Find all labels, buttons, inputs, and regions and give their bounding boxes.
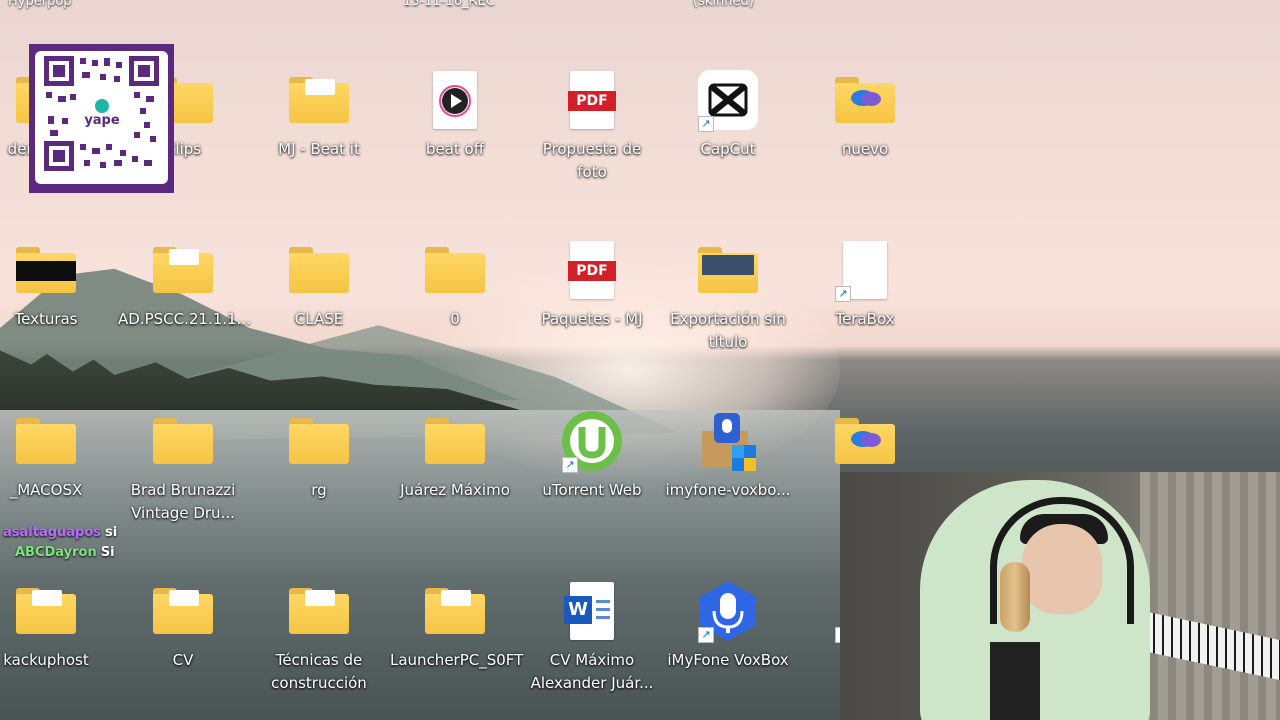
desktop-icon-label: LauncherPC_S0FT [390,651,524,669]
desktop-icon[interactable]: kackuphost [0,579,111,672]
desktop-icon-label: nuevo [841,140,889,158]
desktop-icon[interactable]: Exportación sin título [663,238,793,354]
shortcut-arrow-icon: ↗ [698,627,714,643]
desktop-icon[interactable]: ↗ CapCut [663,68,793,161]
desktop-icon[interactable]: Texturas [0,238,111,331]
folder-icon [16,588,76,634]
desktop-icon-label: CLASE [294,310,344,328]
folder-icon [425,247,485,293]
desktop-icon[interactable]: CLASE [254,238,384,331]
media-file-icon [433,71,477,129]
desktop-icon[interactable]: imyfone-voxbo... [663,409,793,502]
desktop-icon[interactable]: ↗ iMyFone VoxBox [663,579,793,672]
pdf-icon: PDF [568,241,616,299]
onedrive-folder-icon [835,418,895,464]
desktop-icon-label: Propuesta de foto [542,140,642,181]
desktop-icon[interactable]: LauncherPC_S0FT [390,579,524,672]
desktop-icon-label: CapCut [700,140,756,158]
desktop-icon[interactable] [800,409,930,479]
shortcut-arrow-icon: ↗ [698,116,714,132]
word-doc-icon: W [564,582,614,640]
qr-code-overlay: yape [29,44,174,193]
desktop-icon[interactable]: _MACOSX [0,409,111,502]
desktop-icon-label[interactable]: 13-11-16_REC [403,0,495,9]
shortcut-arrow-icon: ↗ [562,457,578,473]
folder-icon [153,247,213,293]
desktop-icon-label: _MACOSX [9,481,83,499]
folder-icon [425,418,485,464]
folder-icon [289,77,349,123]
folder-icon [425,588,485,634]
chat-message: ABCDayron Si [15,545,115,560]
desktop-icon[interactable]: W CV Máximo Alexander Juár... [527,579,657,695]
desktop-icon-label: CV Máximo Alexander Juár... [530,651,654,692]
folder-icon [153,588,213,634]
desktop-icon-label: AD.PSCC.21.1.1... [118,310,251,328]
desktop-icon-label: beat off [425,140,485,158]
desktop-icon-label: imyfone-voxbo... [665,481,791,499]
desktop-icon-label[interactable]: Hyperpop [8,0,72,9]
desktop-icon[interactable]: 0 [390,238,520,331]
desktop-icon[interactable]: CV [118,579,248,672]
onedrive-folder-icon [835,77,895,123]
desktop-icon[interactable]: ↗ TeraBox [800,238,930,331]
desktop-icon-label: TeraBox [835,310,895,328]
chat-username: asaltaguapos [3,525,102,540]
desktop-icon[interactable]: rg [254,409,384,502]
desktop-icon[interactable]: Técnicas de construcción [254,579,384,695]
desktop-icon[interactable]: Juárez Máximo [390,409,520,502]
desktop-icon-label: iMyFone VoxBox [667,651,789,669]
installer-icon [702,413,756,471]
chat-message: asaltaguapos si [3,525,117,540]
chat-text: Si [100,545,115,560]
desktop-icon[interactable]: beat off [390,68,520,161]
webcam-overlay [840,472,1280,720]
folder-icon [16,247,76,293]
chat-username: ABCDayron [15,545,97,560]
folder-icon [153,418,213,464]
desktop-icon-label: 0 [450,310,460,328]
desktop-icon-label: Técnicas de construcción [271,651,367,692]
desktop-icon[interactable]: PDF Propuesta de foto [527,68,657,184]
desktop-icon[interactable]: nuevo [800,68,930,161]
desktop-icon[interactable]: PDF Paquetes - MJ [527,238,657,331]
desktop-icon-label: uTorrent Web [542,481,642,499]
desktop-icon-label: rg [311,481,327,499]
desktop-icon[interactable]: Brad Brunazzi Vintage Dru... [118,409,248,525]
desktop-icon-label: Brad Brunazzi Vintage Dru... [130,481,236,522]
desktop-icon[interactable]: AD.PSCC.21.1.1... [118,238,251,331]
chat-text: si [105,525,118,540]
folder-icon [289,588,349,634]
desktop-icon-label: Exportación sin título [670,310,786,351]
qr-code-icon: yape [44,56,159,171]
desktop-icon-label: CV [172,651,194,669]
folder-icon [289,247,349,293]
pdf-icon: PDF [568,71,616,129]
desktop-icon[interactable]: ↗ uTorrent Web [527,409,657,502]
desktop-icon-label: Juárez Máximo [400,481,510,499]
folder-icon [698,247,758,293]
shortcut-arrow-icon: ↗ [835,286,851,302]
yape-logo: yape [84,113,120,128]
desktop-icon-label: Texturas [14,310,78,328]
desktop-icon-label: MJ - Beat it [278,140,360,158]
desktop-icon-label[interactable]: (skinned) [693,0,754,9]
desktop-icon-label: Paquetes - MJ [541,310,643,328]
desktop-icon-label: kackuphost [3,651,89,669]
desktop-icon[interactable]: MJ - Beat it [254,68,384,161]
folder-icon [16,418,76,464]
folder-icon [289,418,349,464]
